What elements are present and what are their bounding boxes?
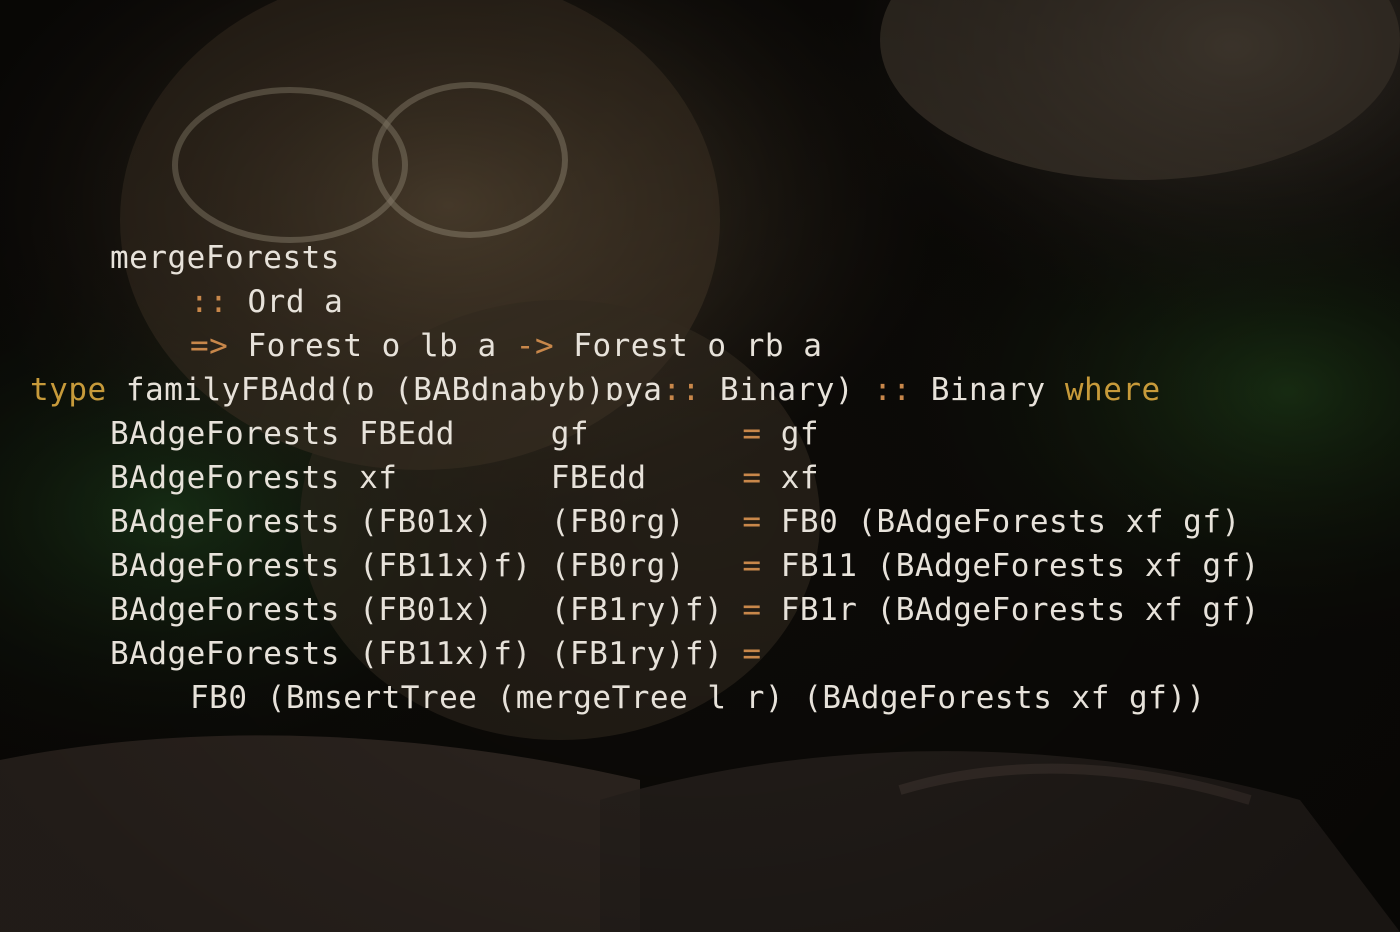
code-text: BAdgeForests FBEdd gf xyxy=(110,416,743,452)
code-operator: :: xyxy=(662,372,720,408)
code-text: xf xyxy=(761,460,820,496)
code-operator: = xyxy=(742,416,762,452)
code-line: BAdgeForests (FB01x) (FB0rg) = FB0 (BAdg… xyxy=(30,500,1260,544)
code-text: Forest o rb a xyxy=(554,328,823,364)
code-text: FB11 (BAdgeForests xf gf) xyxy=(761,548,1260,584)
code-operator: :: xyxy=(190,284,248,320)
code-operator: -> xyxy=(515,328,555,364)
code-operator: = xyxy=(742,592,762,628)
code-text: BAdgeForests xf FBEdd xyxy=(110,460,743,496)
code-text: FB1r (BAdgeForests xf gf) xyxy=(761,592,1260,628)
code-text: Ord a xyxy=(247,284,344,320)
code-operator: = xyxy=(742,504,762,540)
code-line: type familyFBAdd(ɒ (BABdnabyb)ɒya:: Bina… xyxy=(30,368,1260,412)
code-line: mergeForests xyxy=(30,236,1260,280)
code-block: mergeForests:: Ord a => Forest o lb a -> … xyxy=(30,236,1260,720)
code-line: BAdgeForests (FB01x) (FB1ry)f) = FB1r (B… xyxy=(30,588,1260,632)
code-line: BAdgeForests FBEdd gf = gf xyxy=(30,412,1260,456)
code-text: familyFBAdd(ɒ (BABdnabyb)ɒya xyxy=(106,372,663,408)
code-text: BAdgeForests (FB11x)f) (FB0rg) xyxy=(110,548,743,584)
code-text: mergeForests xyxy=(110,240,340,276)
code-text: FB0 (BmsertTree (mergeTree l r) (BAdgeFo… xyxy=(190,680,1206,716)
code-operator: => xyxy=(190,328,248,364)
code-line: BAdgeForests xf FBEdd = xf xyxy=(30,456,1260,500)
code-text: BAdgeForests (FB01x) (FB0rg) xyxy=(110,504,743,540)
code-operator: :: xyxy=(873,372,931,408)
code-line: FB0 (BmsertTree (mergeTree l r) (BAdgeFo… xyxy=(30,676,1260,720)
code-operator: = xyxy=(742,460,762,496)
code-text: Binary) xyxy=(719,372,874,408)
code-text: Binary xyxy=(930,372,1065,408)
code-operator: = xyxy=(742,636,762,672)
code-line: BAdgeForests (FB11x)f) (FB1ry)f) = xyxy=(30,632,1260,676)
code-text: gf xyxy=(761,416,820,452)
code-text: BAdgeForests (FB01x) (FB1ry)f) xyxy=(110,592,743,628)
code-text: BAdgeForests (FB11x)f) (FB1ry)f) xyxy=(110,636,743,672)
code-keyword: where xyxy=(1064,372,1161,408)
code-line: :: Ord a xyxy=(30,280,1260,324)
code-text: FB0 (BAdgeForests xf gf) xyxy=(761,504,1241,540)
code-text: Forest o lb a xyxy=(247,328,516,364)
code-line: BAdgeForests (FB11x)f) (FB0rg) = FB11 (B… xyxy=(30,544,1260,588)
code-line: => Forest o lb a -> Forest o rb a xyxy=(30,324,1260,368)
code-operator: = xyxy=(742,548,762,584)
code-keyword: type xyxy=(30,372,107,408)
